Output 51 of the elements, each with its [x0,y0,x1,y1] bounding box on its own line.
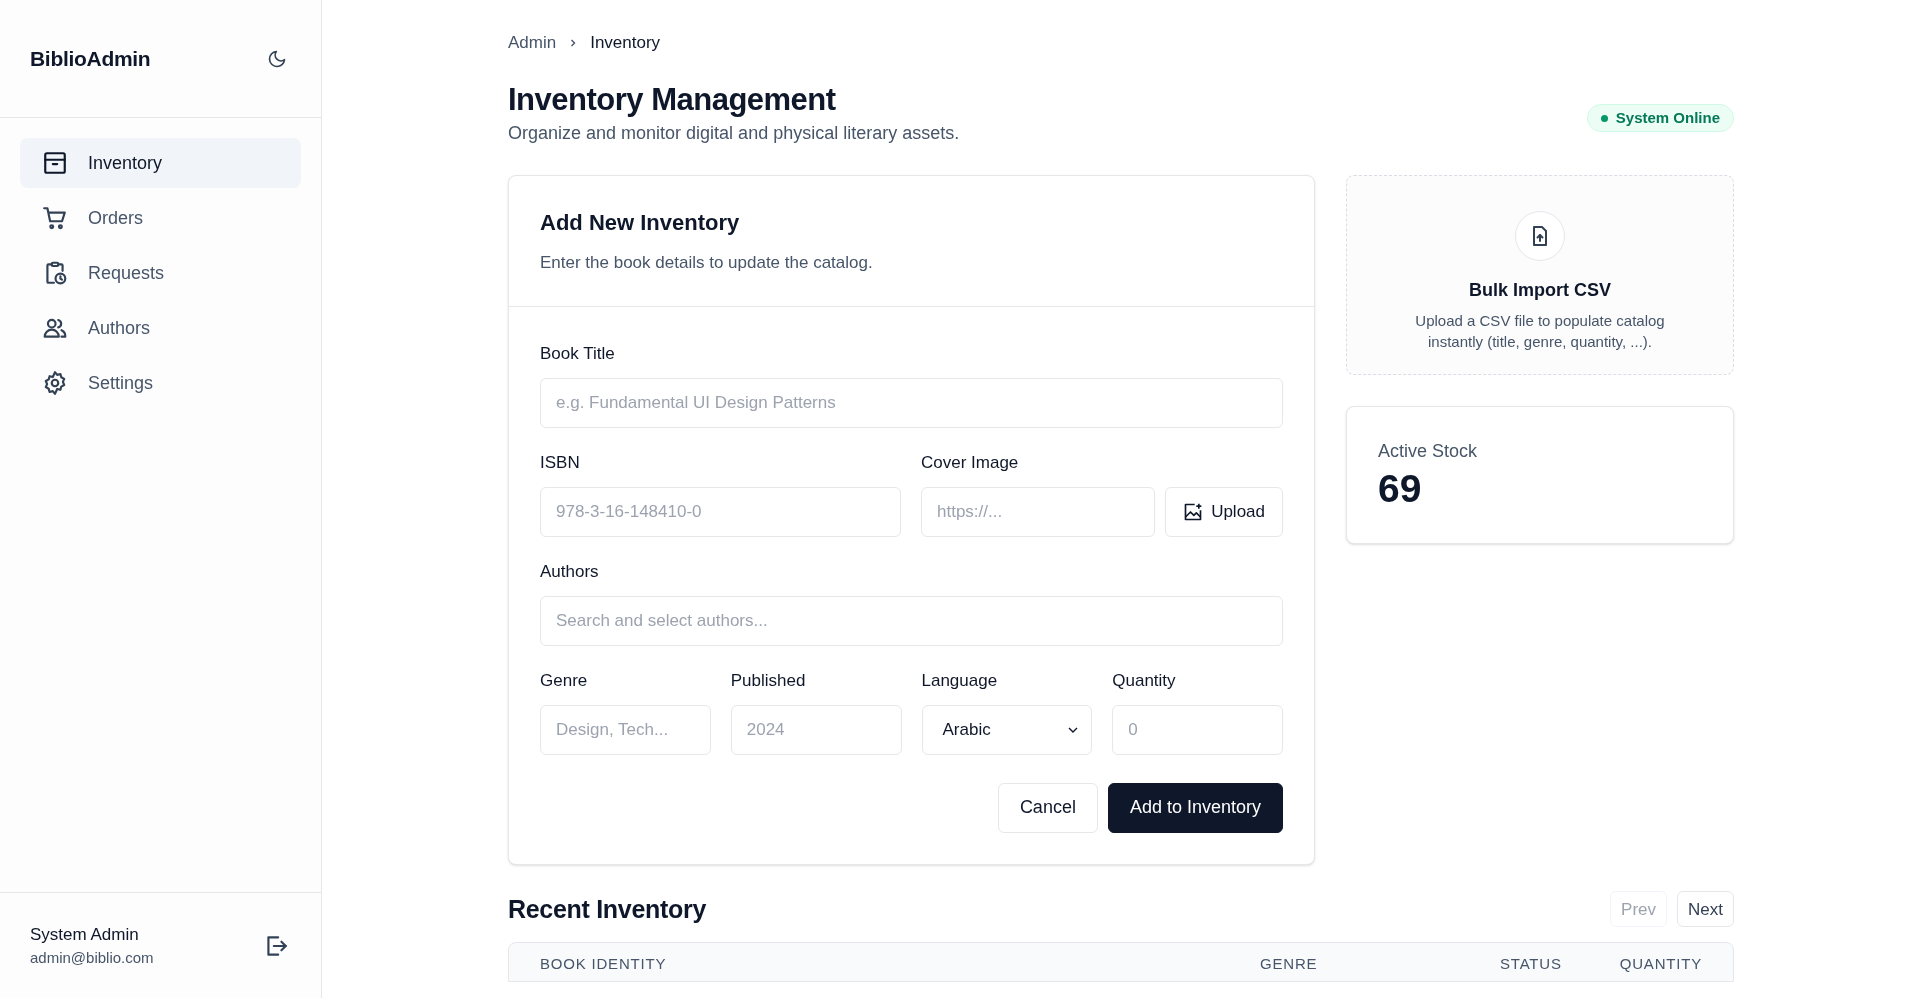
field-label: Authors [540,560,600,583]
cart-icon [42,205,68,231]
archive-box-icon [42,150,68,176]
column-header: BOOK IDENTITY [540,954,668,974]
input-field[interactable]: Search and select authors... [540,595,1283,646]
page-title: Inventory Management [508,81,837,119]
user-email: admin@biblio.com [30,948,154,968]
nav-item[interactable]: Inventory [20,138,301,188]
image-add-icon [1183,501,1204,522]
input-field[interactable]: e.g. Fundamental UI Design Patterns [540,377,1283,428]
moon-icon [267,48,287,69]
user-name: System Admin [30,923,140,946]
field-label: Quantity [1112,669,1177,692]
nav-item[interactable]: Authors [20,303,301,353]
page-subtitle: Organize and monitor digital and physical literary assets. [508,122,960,145]
status-badge: System Online [1586,104,1734,132]
form-title: Add New Inventory [540,209,741,237]
stat-label: Active Stock [1378,440,1479,463]
upload-button[interactable]: Upload [1165,486,1283,537]
nav-item[interactable]: Orders [20,193,301,243]
section-title: Recent Inventory [508,893,707,925]
cancel-button[interactable]: Cancel [997,782,1098,833]
field-label: Cover Image [921,451,1020,474]
add-button[interactable]: Add to Inventory [1107,782,1283,833]
bulk-import-dropzone[interactable]: Bulk Import CSV Upload a CSV file to populate catalog instantly (title, genre, quantity, ...). [1346,175,1734,375]
input-field[interactable]: https://... [921,486,1156,537]
column-header: STATUS [1500,954,1563,974]
column-header: GENRE [1260,954,1319,974]
field-label: Genre [540,669,589,692]
form-subtitle: Enter the book details to update the catalog. [540,252,874,274]
nav-item[interactable]: Settings [20,358,301,408]
bulk-import-description: Upload a CSV file to populate catalog instantly (title, genre, quantity, ...). [1414,311,1666,352]
column-header: QUANTITY [1618,954,1702,974]
pager-button[interactable]: Next [1677,891,1734,928]
breadcrumb-link[interactable]: Admin [508,30,557,56]
input-field[interactable]: Design, Tech... [540,704,711,755]
field-label: Published [730,669,807,692]
field-label: Book Title [540,342,616,365]
input-field[interactable]: 2024 [730,704,902,755]
breadcrumb-current: Inventory [590,32,661,55]
field-label: ISBN [540,451,581,474]
field-label: Language [921,669,999,692]
nav-item[interactable]: Requests [20,248,301,298]
language-select[interactable]: Arabic [921,704,1093,755]
input-field[interactable]: 978-3-16-148410-0 [540,486,901,537]
settings-icon [42,370,68,396]
bulk-import-title: Bulk Import CSV [1469,279,1611,302]
file-upload-icon [1515,211,1565,261]
input-field[interactable]: 0 [1112,704,1283,755]
brand-name: BiblioAdmin [30,45,151,72]
stat-value: 69 [1378,466,1423,512]
